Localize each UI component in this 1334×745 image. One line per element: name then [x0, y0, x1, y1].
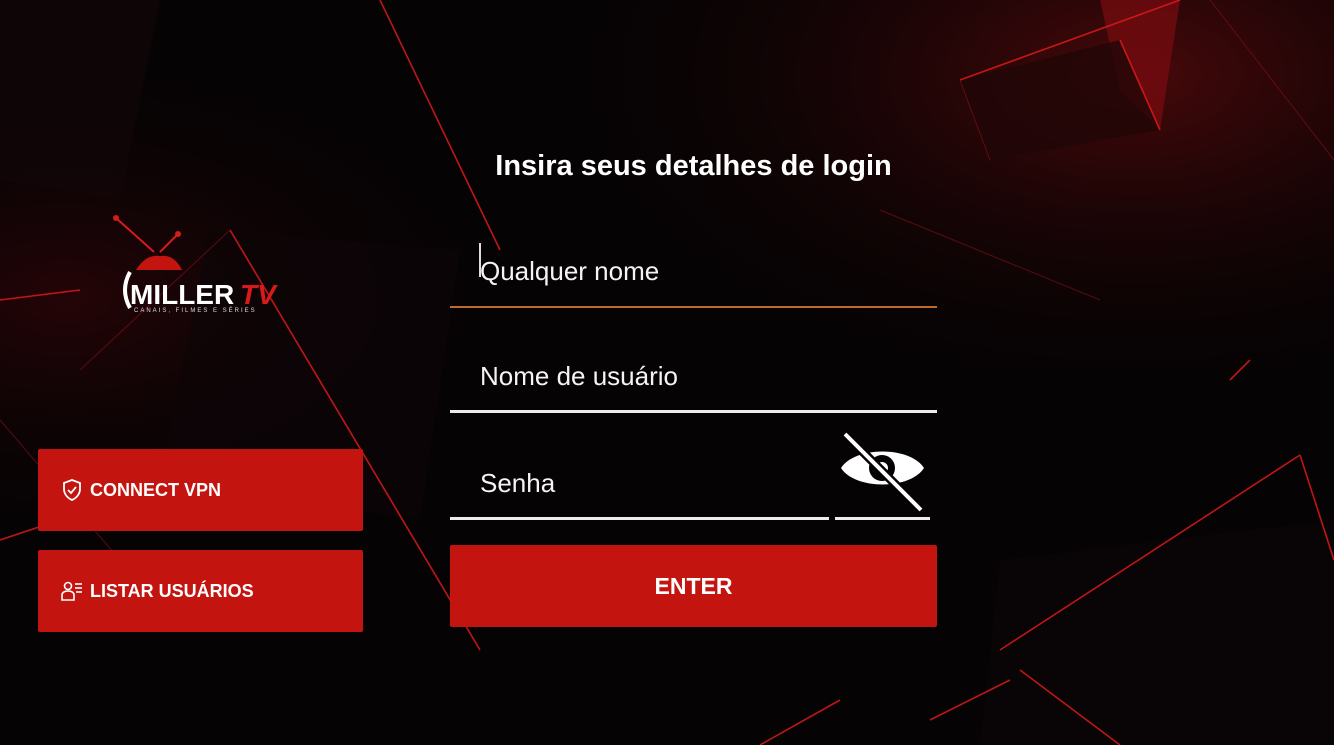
username-field[interactable]	[450, 340, 937, 413]
svg-text:MILLER: MILLER	[130, 279, 234, 310]
eye-underline	[835, 517, 930, 520]
list-users-button[interactable]: LISTAR USUÁRIOS	[38, 550, 363, 632]
connect-vpn-button[interactable]: CONNECT VPN	[38, 449, 363, 531]
toggle-password-visibility-button[interactable]	[835, 430, 930, 520]
user-list-icon	[60, 579, 84, 603]
enter-button[interactable]: ENTER	[450, 545, 937, 627]
username-input[interactable]	[450, 340, 937, 413]
connect-vpn-label: CONNECT VPN	[90, 479, 222, 500]
shield-check-icon	[60, 478, 84, 502]
svg-text:TV: TV	[240, 279, 278, 310]
password-field[interactable]	[450, 447, 829, 520]
username-underline	[450, 410, 937, 413]
password-input[interactable]	[450, 447, 829, 520]
svg-text:CANAIS, FILMES E SÉRIES: CANAIS, FILMES E SÉRIES	[134, 307, 257, 314]
text-caret	[479, 243, 481, 277]
name-underline	[450, 306, 937, 308]
password-underline	[450, 517, 829, 520]
list-users-label: LISTAR USUÁRIOS	[90, 580, 254, 601]
name-field[interactable]	[450, 235, 937, 308]
login-title: Insira seus detalhes de login	[495, 150, 892, 182]
name-input[interactable]	[450, 235, 937, 308]
millertv-logo: MILLER TV CANAIS, FILMES E SÉRIES	[108, 210, 298, 320]
eye-slash-icon	[841, 430, 925, 514]
